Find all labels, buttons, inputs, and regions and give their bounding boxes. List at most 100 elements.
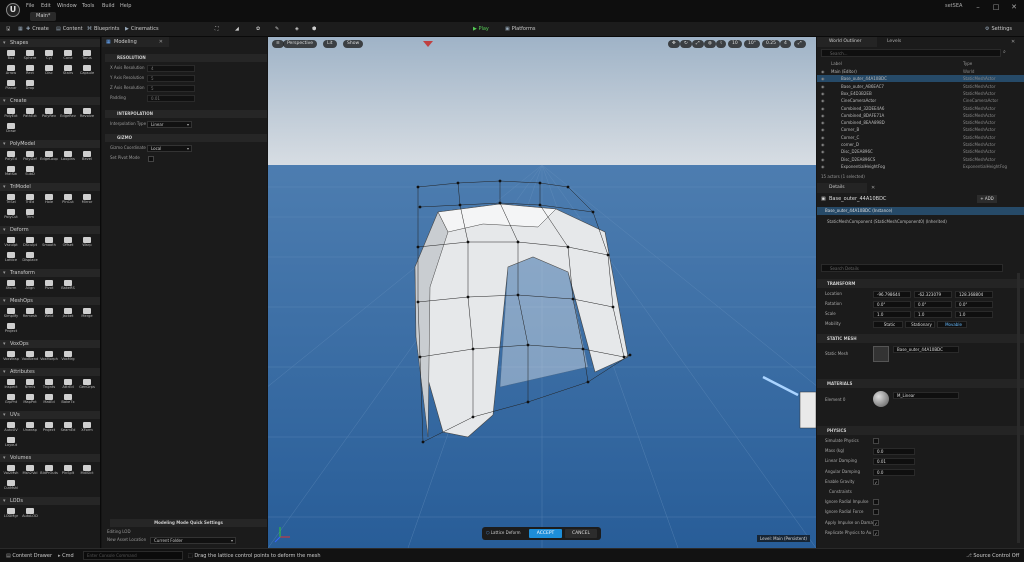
visibility-icon[interactable]: ◉ <box>821 112 825 119</box>
tool-project[interactable]: Project <box>40 421 58 435</box>
tool-edgeloop[interactable]: EdgeLoop <box>40 150 58 164</box>
tool-unwrap[interactable]: Unwrap <box>21 421 39 435</box>
accept-button[interactable]: ACCEPT <box>529 529 562 538</box>
tool-grppnt[interactable]: GrpPnt <box>2 393 20 407</box>
physics-checkbox[interactable] <box>873 499 879 506</box>
section-attributes[interactable]: Attributes <box>0 368 100 376</box>
console-input[interactable]: Enter Console Command <box>83 551 183 560</box>
tool-vol2msh[interactable]: Vol2Msh <box>2 464 20 478</box>
tool-pathext[interactable]: PathExt <box>21 107 39 121</box>
tool-warp[interactable]: Warp <box>78 236 96 250</box>
menu-build[interactable]: Build <box>102 3 115 9</box>
section-uvs[interactable]: UVs <box>0 411 100 419</box>
visibility-icon[interactable]: ◉ <box>821 90 825 97</box>
tool-polyrev[interactable]: PolyRev <box>40 107 58 121</box>
tool-pivot[interactable]: Pivot <box>40 279 58 293</box>
tool-subd[interactable]: SubD <box>21 165 39 179</box>
grid-snap-value[interactable]: 10 <box>728 40 742 48</box>
tool-lattice[interactable]: Lattice <box>2 251 20 265</box>
tool-tried[interactable]: TriEd <box>21 193 39 207</box>
tool-mappnt[interactable]: MapPnt <box>21 393 39 407</box>
tool-mated[interactable]: MatEd <box>40 393 58 407</box>
visibility-icon[interactable]: ◉ <box>821 83 825 90</box>
fracture-mode-icon[interactable]: ◈ <box>295 25 299 34</box>
close-icon[interactable]: ✕ <box>1008 2 1020 12</box>
camera-speed-value[interactable]: 4 <box>780 40 791 48</box>
tool-cutmshl[interactable]: CutMshl <box>2 479 20 493</box>
content-drawer-button[interactable]: ▤ Content Drawer <box>6 552 52 560</box>
tool-weld[interactable]: Weld <box>40 307 58 321</box>
physics-value-field[interactable]: 0.0 <box>873 448 915 456</box>
visibility-icon[interactable]: ◉ <box>821 141 825 148</box>
outliner-row[interactable]: ◉ Combined_32DEE4A6 StaticMeshActor <box>817 105 1024 112</box>
mode-selector[interactable]: ▦ <box>18 25 25 34</box>
tool-stairs[interactable]: Stairs <box>59 64 77 78</box>
tool-bevel[interactable]: Bevel <box>78 150 96 164</box>
physics-checkbox[interactable]: ✓ <box>873 519 879 526</box>
transform-section[interactable]: TRANSFORM <box>817 279 1024 288</box>
cinematics-button[interactable]: ▶ Cinematics <box>125 25 159 34</box>
rotation-z[interactable]: 0.0° <box>955 301 993 308</box>
tool-lodmgr[interactable]: LODMgr <box>2 507 20 521</box>
tool-hole[interactable]: Hole <box>40 193 58 207</box>
outliner-row[interactable]: ◉ Box_E4D3B2EB StaticMeshActor <box>817 90 1024 97</box>
modeling-mode-icon[interactable]: ⬢ <box>312 25 316 34</box>
x-resolution-field[interactable]: 4 <box>147 65 195 72</box>
outliner-row[interactable]: ◉ Main (Editor) World <box>817 68 1024 75</box>
translate-tool-icon[interactable]: ✥ <box>668 40 680 48</box>
close-tab-icon[interactable]: ✕ <box>159 39 163 45</box>
interpolation-type-dropdown[interactable]: Linear <box>147 121 192 128</box>
scale-y[interactable]: 1.0 <box>914 311 952 318</box>
tool-edgerev[interactable]: EdgeRev <box>59 107 77 121</box>
close-icon[interactable]: ✕ <box>1011 37 1015 47</box>
gizmo-coords-dropdown[interactable]: Local <box>147 145 192 152</box>
tool-polyed[interactable]: PolyEd <box>2 150 20 164</box>
rotation-x[interactable]: 0.0° <box>873 301 911 308</box>
visibility-icon[interactable]: ◉ <box>821 68 825 75</box>
tool-capsule[interactable]: Capsule <box>78 64 96 78</box>
tool-voxmrg[interactable]: VoxMrg <box>59 350 77 364</box>
y-resolution-field[interactable]: 5 <box>147 75 195 82</box>
element0-dropdown[interactable]: M_Linear <box>893 392 959 399</box>
details-scrollbar[interactable] <box>1017 273 1020 543</box>
rotate-tool-icon[interactable]: ↻ <box>680 40 692 48</box>
section-lods[interactable]: LODs <box>0 497 100 505</box>
tool-xform[interactable]: Xform <box>2 279 20 293</box>
outliner-row[interactable]: ◉ Disc_D2EA896C StaticMeshActor <box>817 148 1024 155</box>
physics-section[interactable]: PHYSICS <box>817 426 1024 435</box>
column-type[interactable]: Type <box>963 61 972 66</box>
z-resolution-field[interactable]: 5 <box>147 85 195 92</box>
visibility-icon[interactable]: ◉ <box>821 148 825 155</box>
tool-trisel[interactable]: TriSel <box>2 193 20 207</box>
outliner-row[interactable]: ◉ Combined_8EAA898D StaticMeshActor <box>817 119 1024 126</box>
tool-voxmorph[interactable]: VoxMorph <box>40 350 58 364</box>
tool-simplify[interactable]: Simplify <box>2 307 20 321</box>
tab-world-outliner[interactable]: World Outliner <box>817 37 877 47</box>
tool-attred[interactable]: AttrEd <box>59 378 77 392</box>
physics-value-field[interactable]: 0.01 <box>873 458 915 466</box>
outliner-row[interactable]: ◉ Corner_C StaticMeshActor <box>817 134 1024 141</box>
instance-row[interactable]: Base_outer_44A10BDC (Instance) <box>817 207 1024 215</box>
mesh-paint-icon[interactable]: ✎ <box>275 25 279 34</box>
content-button[interactable]: ▤ Content <box>56 25 83 34</box>
scale-snap-value[interactable]: 0.25 <box>762 40 781 48</box>
minimize-icon[interactable]: – <box>972 2 984 12</box>
visibility-icon[interactable]: ◉ <box>821 105 825 112</box>
save-icon[interactable]: 🖫 <box>6 25 10 34</box>
show-button[interactable]: Show <box>343 40 364 48</box>
tool-baketx[interactable]: BakeTx <box>59 393 77 407</box>
section-voxops[interactable]: VoxOps <box>0 340 100 348</box>
viewport-scene[interactable] <box>268 37 816 548</box>
cancel-button[interactable]: CANCEL <box>565 529 597 538</box>
tool-torus[interactable]: Torus <box>78 49 96 63</box>
tool-mdlslct[interactable]: MdlSlct <box>78 464 96 478</box>
tool-loopins[interactable]: Loopins <box>59 150 77 164</box>
tool-inspect[interactable]: Inspect <box>2 378 20 392</box>
section-meshops[interactable]: MeshOps <box>0 297 100 305</box>
interpolation-section[interactable]: INTERPOLATION <box>105 110 267 118</box>
tool-voxwrap[interactable]: VoxWrap <box>2 350 20 364</box>
section-create[interactable]: Create <box>0 97 100 105</box>
tool-nrmls[interactable]: Nrmls <box>21 378 39 392</box>
tool-disc[interactable]: Disc <box>40 64 58 78</box>
surface-snap-icon[interactable]: ⌇ <box>716 40 727 48</box>
